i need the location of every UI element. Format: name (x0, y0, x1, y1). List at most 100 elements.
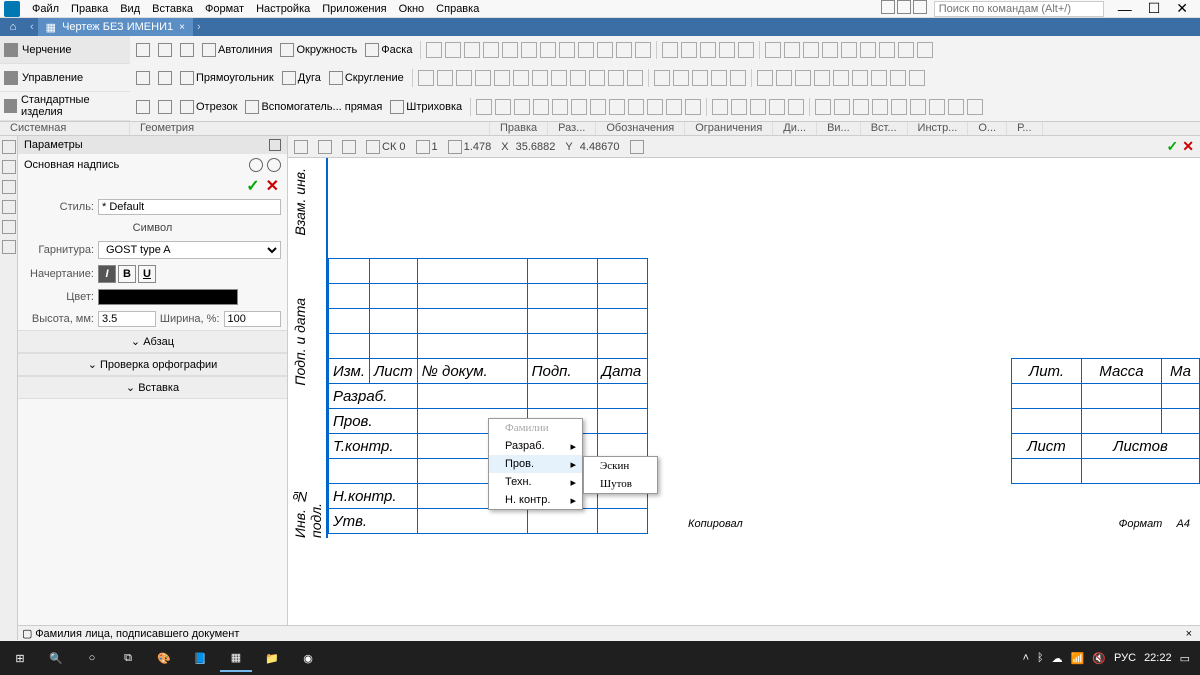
color-swatch[interactable] (98, 289, 238, 305)
underline-button[interactable]: U (138, 265, 156, 283)
menu-file[interactable]: Файл (26, 3, 65, 15)
section-paragraph[interactable]: Абзац (18, 330, 287, 353)
width-input[interactable] (224, 311, 282, 327)
apply-icon[interactable]: ✓ (246, 176, 259, 196)
canvas-tool-icon[interactable] (318, 140, 332, 154)
home-icon[interactable]: ⌂ (0, 21, 26, 33)
italic-button[interactable]: I (98, 265, 116, 283)
section-spellcheck[interactable]: Проверка орфографии (18, 353, 287, 376)
section-insert[interactable]: Вставка (18, 376, 287, 399)
tool-segment[interactable]: Отрезок (178, 99, 239, 115)
explorer-icon[interactable]: 📁 (256, 644, 288, 672)
menu-edit[interactable]: Правка (65, 3, 114, 15)
search-icon[interactable]: 🔍 (40, 644, 72, 672)
system-tray[interactable]: ˄ ᛒ ☁ 📶 🔇 РУС 22:22 ▭ (1017, 652, 1196, 665)
ribbon-cat-manage[interactable]: Управление (0, 64, 130, 92)
print-icon[interactable] (134, 70, 152, 86)
save-file-icon[interactable] (178, 42, 196, 58)
tool-hatch[interactable]: Штриховка (388, 99, 464, 115)
menu-item[interactable]: Техн.▸ (489, 473, 582, 491)
menu-view[interactable]: Вид (114, 3, 146, 15)
app-icon[interactable]: 📘 (184, 644, 216, 672)
menu-insert[interactable]: Вставка (146, 3, 199, 15)
menu-item-hover[interactable]: Пров.▸ (489, 455, 582, 473)
zoom-icon[interactable] (448, 140, 462, 154)
context-submenu-names[interactable]: Эскин Шутов (583, 456, 658, 494)
submenu-item[interactable]: Шутов (584, 475, 657, 493)
tab-next-icon[interactable]: › (193, 21, 205, 33)
drawing-canvas[interactable]: СК 0 1 1.478 X 35.6882 Y 4.48670 ✓✕ Взам… (288, 136, 1200, 640)
height-input[interactable] (98, 311, 156, 327)
micro-toolbar-row2[interactable] (410, 69, 925, 87)
app-icon[interactable]: ◉ (292, 644, 324, 672)
font-select[interactable]: GOST type A (98, 241, 281, 259)
menu-format[interactable]: Формат (199, 3, 250, 15)
canvas-tool-icon[interactable] (342, 140, 356, 154)
micro-toolbar-row3[interactable] (468, 98, 983, 116)
layout-icons[interactable] (880, 0, 928, 17)
micro-toolbar-row1[interactable] (418, 41, 933, 59)
menu-item[interactable]: Н. контр.▸ (489, 491, 582, 509)
clock[interactable]: 22:22 (1144, 652, 1172, 664)
menu-settings[interactable]: Настройка (250, 3, 316, 15)
open-file-icon[interactable] (156, 42, 174, 58)
tab-prev-icon[interactable]: ‹ (26, 21, 38, 33)
canvas-tool-icon[interactable] (630, 140, 644, 154)
canvas-tool-icon[interactable] (294, 140, 308, 154)
taskview-icon[interactable]: ⧉ (112, 644, 144, 672)
ribbon-cat-drafting[interactable]: Черчение (0, 36, 130, 64)
menu-item[interactable]: Разраб.▸ (489, 437, 582, 455)
notifications-icon[interactable]: ▭ (1180, 652, 1190, 665)
tool-chamfer[interactable]: Фаска (363, 42, 414, 58)
strip-icon[interactable] (2, 160, 16, 174)
preview-icon[interactable] (156, 70, 174, 86)
menu-help[interactable]: Справка (430, 3, 485, 15)
context-menu-roles[interactable]: Фамилии Разраб.▸ Пров.▸ Техн.▸ Н. контр.… (488, 418, 583, 510)
face-buttons[interactable]: I B U (98, 265, 156, 283)
menu-window[interactable]: Окно (393, 3, 431, 15)
undo-icon[interactable] (134, 99, 152, 115)
cortana-icon[interactable]: ○ (76, 644, 108, 672)
command-search-input[interactable] (934, 1, 1104, 17)
volume-icon[interactable]: 🔇 (1092, 652, 1106, 665)
cloud-icon[interactable]: ☁ (1052, 652, 1063, 665)
document-tab[interactable]: ▦ Чертеж БЕЗ ИМЕНИ1 × (38, 18, 193, 36)
start-button[interactable]: ⊞ (4, 644, 36, 672)
cancel-icon[interactable]: ✕ (266, 176, 279, 196)
tool-circle[interactable]: Окружность (278, 42, 359, 58)
tab-close-icon[interactable]: × (179, 22, 185, 33)
new-file-icon[interactable] (134, 42, 152, 58)
tree-icon[interactable] (267, 158, 281, 172)
help-icon[interactable] (249, 158, 263, 172)
tool-autoline[interactable]: Автолиния (200, 42, 274, 58)
bold-button[interactable]: B (118, 265, 136, 283)
canvas-ok-icon[interactable]: ✓ (1167, 138, 1179, 155)
strip-icon[interactable] (2, 220, 16, 234)
strip-icon[interactable] (2, 140, 16, 154)
ribbon-cat-std[interactable]: Стандартные изделия (0, 92, 130, 121)
menu-apps[interactable]: Приложения (316, 3, 392, 15)
bluetooth-icon[interactable]: ᛒ (1037, 652, 1044, 664)
canvas-cancel-icon[interactable]: ✕ (1182, 138, 1194, 155)
style-input[interactable] (98, 199, 281, 215)
strip-icon[interactable] (2, 180, 16, 194)
tool-arc[interactable]: Дуга (280, 70, 323, 86)
wifi-icon[interactable]: 📶 (1071, 652, 1085, 665)
minimize-button[interactable]: — (1110, 1, 1140, 17)
close-button[interactable]: ✕ (1168, 0, 1196, 17)
strip-icon[interactable] (2, 240, 16, 254)
strip-fx-icon[interactable] (2, 200, 16, 214)
redo-icon[interactable] (156, 99, 174, 115)
left-tool-strip[interactable] (0, 136, 18, 640)
gear-icon[interactable] (269, 139, 281, 151)
title-block[interactable]: Взам. инв. Подп. и дата Инв. № подл. Изм… (288, 158, 1200, 640)
tray-up-icon[interactable]: ˄ (1023, 652, 1029, 664)
status-close-icon[interactable]: × (1182, 628, 1196, 640)
app-icon[interactable]: 🎨 (148, 644, 180, 672)
app-kompas-icon[interactable]: ▦ (220, 644, 252, 672)
maximize-button[interactable]: ☐ (1140, 0, 1169, 17)
tool-rect[interactable]: Прямоугольник (178, 70, 276, 86)
language-indicator[interactable]: РУС (1114, 652, 1136, 664)
tool-auxline[interactable]: Вспомогатель... прямая (243, 99, 384, 115)
submenu-item[interactable]: Эскин (584, 457, 657, 475)
